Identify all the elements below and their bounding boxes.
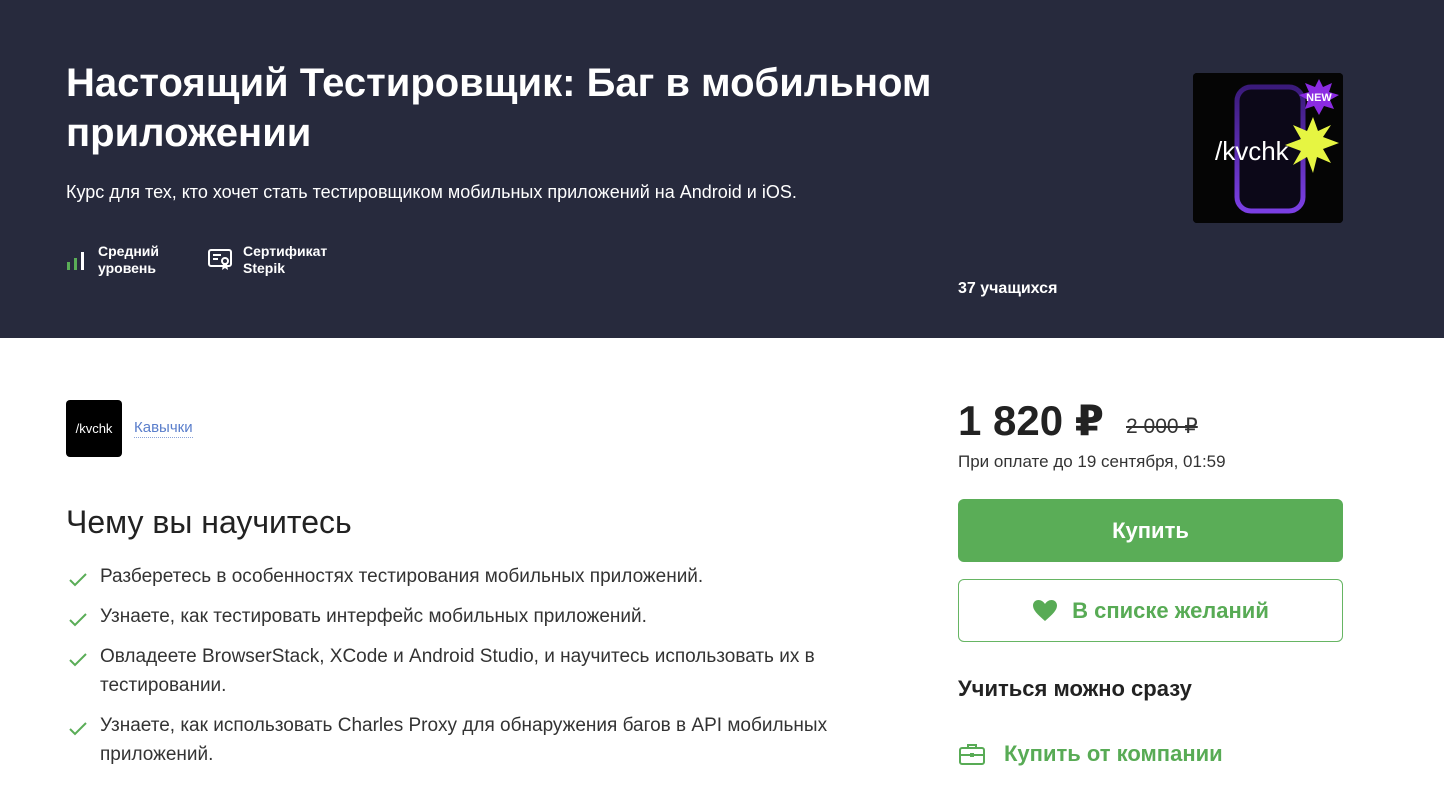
- course-subtitle: Курс для тех, кто хочет стать тестировщи…: [66, 182, 797, 202]
- learn-item-text: Узнаете, как тестировать интерфейс мобил…: [100, 606, 647, 627]
- learn-heading: Чему вы научитесь: [66, 504, 352, 540]
- learn-item: Овладеете BrowserStack, XCode и Android …: [66, 642, 896, 700]
- current-price: 1 820 ₽: [958, 397, 1104, 444]
- students-count: 37 учащихся: [958, 280, 1058, 297]
- learn-list: Разберетесь в особенностях тестирования …: [66, 562, 896, 780]
- learn-item-text: Узнаете, как использовать Charles Proxy …: [100, 715, 828, 765]
- certificate-line-1: Сертификат: [243, 243, 328, 259]
- level-line-2: уровень: [98, 260, 156, 276]
- briefcase-icon: [958, 742, 986, 766]
- heart-icon: [1032, 599, 1058, 622]
- author-logo[interactable]: /kvchk: [66, 400, 122, 457]
- course-hero: Настоящий Тестировщик: Баг в мобильном п…: [0, 0, 1444, 338]
- old-price: 2 000 ₽: [1126, 415, 1198, 438]
- check-icon: [68, 568, 88, 597]
- learn-item: Узнаете, как тестировать интерфейс мобил…: [66, 602, 896, 631]
- learn-now-text: Учиться можно сразу: [958, 676, 1192, 701]
- buy-from-company-link[interactable]: Купить от компании: [958, 740, 1223, 768]
- check-icon: [68, 717, 88, 746]
- wishlist-label: В списке желаний: [1072, 597, 1269, 623]
- level-bars-icon: [66, 249, 88, 271]
- author-logo-text: /kvchk: [75, 421, 113, 436]
- learn-item-text: Разберетесь в особенностях тестирования …: [100, 566, 704, 587]
- check-icon: [68, 608, 88, 637]
- cover-art: NEW /kvchk: [1193, 73, 1343, 223]
- certificate-info: Сертификат Stepik: [207, 243, 327, 277]
- certificate-line-2: Stepik: [243, 260, 286, 276]
- buy-from-company-label: Купить от компании: [1004, 741, 1223, 766]
- learn-item: Узнаете, как использовать Charles Proxy …: [66, 711, 896, 769]
- difficulty-level: Средний уровень: [66, 243, 159, 277]
- author-link[interactable]: Кавычки: [134, 419, 193, 438]
- learn-item: Разберетесь в особенностях тестирования …: [66, 562, 896, 591]
- buy-button[interactable]: Купить: [958, 499, 1343, 562]
- cover-logo-text: /kvchk: [1215, 136, 1290, 166]
- wishlist-button[interactable]: В списке желаний: [958, 579, 1343, 642]
- check-icon: [68, 648, 88, 677]
- level-line-1: Средний: [98, 243, 160, 259]
- cover-badge: NEW: [1306, 92, 1332, 104]
- learn-item-text: Овладеете BrowserStack, XCode и Android …: [100, 646, 815, 696]
- course-title: Настоящий Тестировщик: Баг в мобильном п…: [66, 61, 932, 155]
- certificate-icon: [207, 248, 233, 272]
- course-cover-image: NEW /kvchk: [1193, 73, 1343, 223]
- price-deadline: При оплате до 19 сентября, 01:59: [958, 452, 1226, 471]
